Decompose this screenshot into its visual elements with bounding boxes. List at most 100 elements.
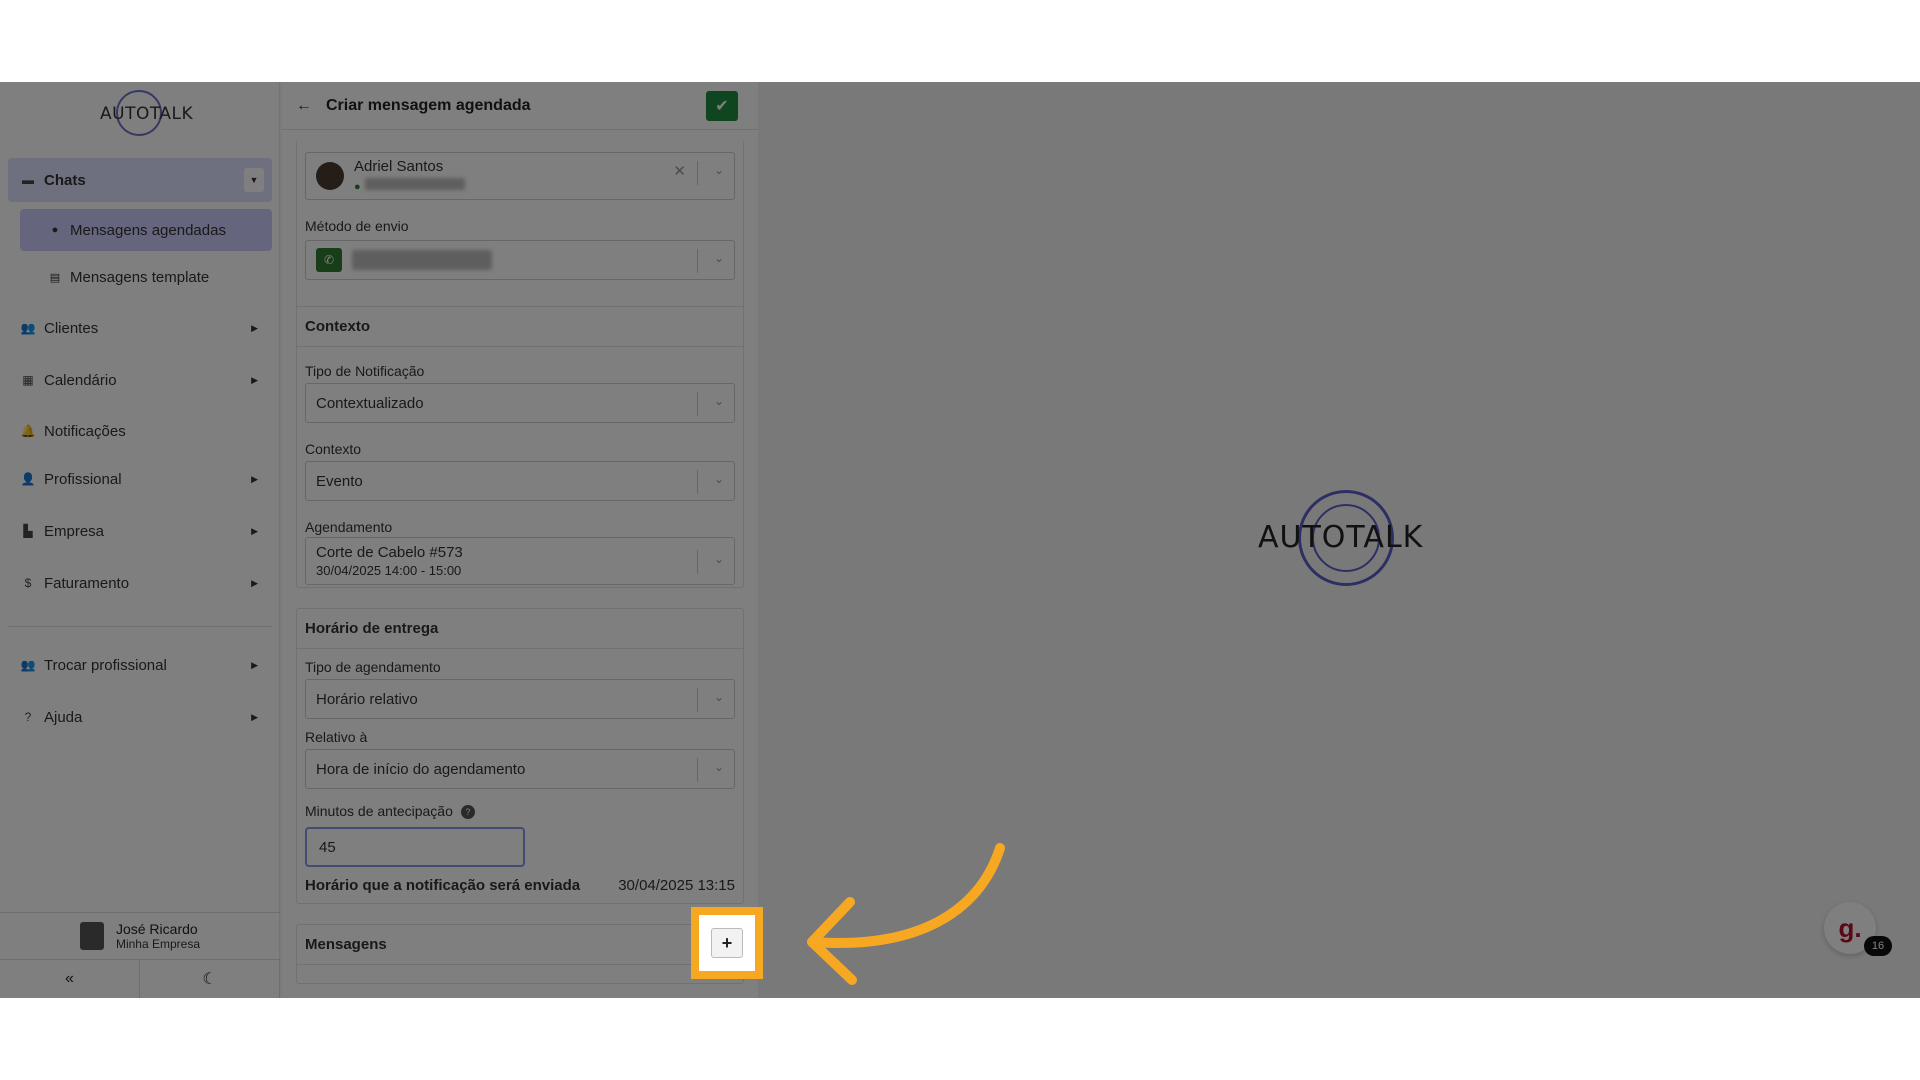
select-separator [697, 470, 698, 494]
delivery-section-title: Horário de entrega [297, 609, 743, 649]
relative-to-value: Hora de início do agendamento [316, 760, 526, 778]
appointment-label: Agendamento [305, 519, 393, 535]
user-company: Minha Empresa [115, 937, 201, 951]
user-name: José Ricardo [115, 921, 198, 937]
collapse-sidebar-icon[interactable]: « [0, 960, 140, 998]
sidebar-divider [8, 626, 272, 627]
blurred-phone [364, 178, 465, 190]
add-message-button[interactable]: + [711, 928, 743, 958]
delivery-card: Horário de entrega Tipo de agendamento H… [296, 608, 744, 904]
save-button[interactable]: ✔ [706, 91, 738, 121]
users-icon: 👥 [20, 321, 36, 335]
select-separator [697, 249, 698, 273]
sidebar-item-faturamento[interactable]: $ Faturamento ▶ [8, 561, 272, 605]
form-panel: ← Criar mensagem agendada ✔ Adriel Santo… [282, 82, 758, 998]
center-logo: AUTOTALK [1258, 520, 1424, 555]
sidebar-item-chats[interactable]: ▬ Chats ▼ [8, 158, 272, 202]
chevron-down-icon[interactable]: ⌄ [714, 690, 724, 704]
relative-to-label: Relativo à [305, 729, 368, 745]
sidebar-item-label: Profissional [44, 470, 122, 488]
sidebar-item-label: Ajuda [44, 708, 83, 726]
contact-name: Adriel Santos [354, 158, 444, 175]
caret-right-icon: ▶ [251, 473, 258, 484]
select-separator [697, 688, 698, 712]
sidebar-subitem-mensagens-template[interactable]: ▤ Mensagens template [20, 256, 272, 298]
clock-icon: ● [51, 224, 59, 236]
chevron-down-icon[interactable]: ⌄ [714, 163, 724, 177]
sidebar-item-profissional[interactable]: 👤 Profissional ▶ [8, 457, 272, 501]
clear-icon[interactable]: ✕ [673, 162, 686, 180]
select-separator [697, 758, 698, 782]
context-value: Evento [316, 472, 363, 490]
notification-type-label: Tipo de Notificação [305, 363, 425, 379]
user-gear-icon: 👤 [20, 472, 36, 486]
page-title: Criar mensagem agendada [326, 96, 531, 114]
sidebar: AUTOTALK ▬ Chats ▼ ● Mensagens agendadas… [0, 82, 280, 998]
back-arrow-icon[interactable]: ← [296, 97, 312, 115]
context-select[interactable]: Evento ⌄ [305, 461, 735, 501]
sidebar-item-ajuda[interactable]: ? Ajuda ▶ [8, 695, 272, 739]
sidebar-item-label: Clientes [44, 319, 99, 337]
sidebar-item-clientes[interactable]: 👥 Clientes ▶ [8, 306, 272, 350]
sidebar-item-notificacoes[interactable]: 🔔 Notificações [8, 409, 272, 453]
caret-right-icon: ▶ [251, 374, 258, 385]
chat-icon: ▬ [22, 173, 34, 187]
dark-mode-icon[interactable]: ☾ [140, 960, 280, 998]
appointment-select[interactable]: Corte de Cabelo #573 30/04/2025 14:00 - … [305, 537, 735, 585]
sidebar-subitem-label: Mensagens agendadas [70, 221, 226, 239]
notification-type-select[interactable]: Contextualizado ⌄ [305, 383, 735, 423]
send-time-value: 30/04/2025 13:15 [618, 877, 735, 894]
check-icon: ✔ [715, 98, 729, 115]
sidebar-bottom-actions: « ☾ [0, 960, 280, 998]
send-time-label: Horário que a notificação será enviada [305, 877, 581, 894]
sidebar-subitem-mensagens-agendadas[interactable]: ● Mensagens agendadas [20, 209, 272, 251]
sidebar-item-label: Notificações [44, 422, 126, 440]
chevron-down-icon[interactable]: ⌄ [714, 472, 724, 486]
chevron-down-icon[interactable]: ⌄ [714, 251, 724, 265]
contact-avatar [316, 162, 344, 190]
sidebar-item-label: Calendário [44, 371, 117, 389]
relative-to-select[interactable]: Hora de início do agendamento ⌄ [305, 749, 735, 789]
context-card: Contexto Tipo de Notificação Contextuali… [296, 306, 744, 588]
blurred-number [352, 250, 492, 270]
help-circle-icon: ? [24, 710, 32, 724]
appointment-time: 30/04/2025 14:00 - 15:00 [316, 563, 462, 578]
send-method-select[interactable]: ✆ ⌄ [305, 240, 735, 280]
minutes-label-row: Minutos de antecipação? [305, 803, 475, 820]
caret-right-icon: ▶ [251, 322, 258, 333]
list-icon: ▤ [49, 271, 61, 284]
select-separator [697, 392, 698, 416]
panel-header: ← Criar mensagem agendada ✔ [282, 82, 758, 130]
chevron-down-icon[interactable]: ▼ [244, 168, 264, 192]
context-label: Contexto [305, 441, 362, 457]
chevron-down-icon[interactable]: ⌄ [714, 760, 724, 774]
minutes-label: Minutos de antecipação [305, 803, 453, 819]
sidebar-item-label: Empresa [44, 522, 105, 540]
highlight-frame: + [691, 907, 763, 979]
messages-card: Mensagens [296, 924, 744, 984]
sidebar-item-calendario[interactable]: ▦ Calendário ▶ [8, 358, 272, 402]
dollar-icon: $ [24, 576, 32, 590]
sidebar-item-empresa[interactable]: ▙ Empresa ▶ [8, 509, 272, 553]
schedule-type-label: Tipo de agendamento [305, 659, 441, 675]
chevron-down-icon[interactable]: ⌄ [714, 394, 724, 408]
caret-right-icon: ▶ [251, 711, 258, 722]
context-section-title: Contexto [297, 307, 743, 347]
messages-section-title: Mensagens [297, 925, 743, 965]
contact-select[interactable]: Adriel Santos ● ✕ ⌄ [305, 152, 735, 200]
sidebar-item-trocar-profissional[interactable]: 👥 Trocar profissional ▶ [8, 643, 272, 687]
user-profile[interactable]: José Ricardo Minha Empresa [0, 912, 280, 960]
question-icon[interactable]: ? [460, 805, 475, 820]
whatsapp-icon: ✆ [316, 248, 342, 272]
schedule-type-select[interactable]: Horário relativo ⌄ [305, 679, 735, 719]
sidebar-logo: AUTOTALK [100, 104, 194, 124]
minutes-input[interactable]: 45 [305, 827, 525, 867]
sidebar-subitem-label: Mensagens template [70, 268, 210, 286]
chevron-down-icon[interactable]: ⌄ [714, 552, 724, 566]
schedule-type-value: Horário relativo [316, 690, 418, 708]
select-separator [697, 161, 698, 185]
select-separator [697, 550, 698, 574]
whatsapp-small-icon: ● [354, 181, 361, 193]
sidebar-item-label: Faturamento [44, 574, 130, 592]
send-method-label: Método de envio [305, 218, 409, 234]
